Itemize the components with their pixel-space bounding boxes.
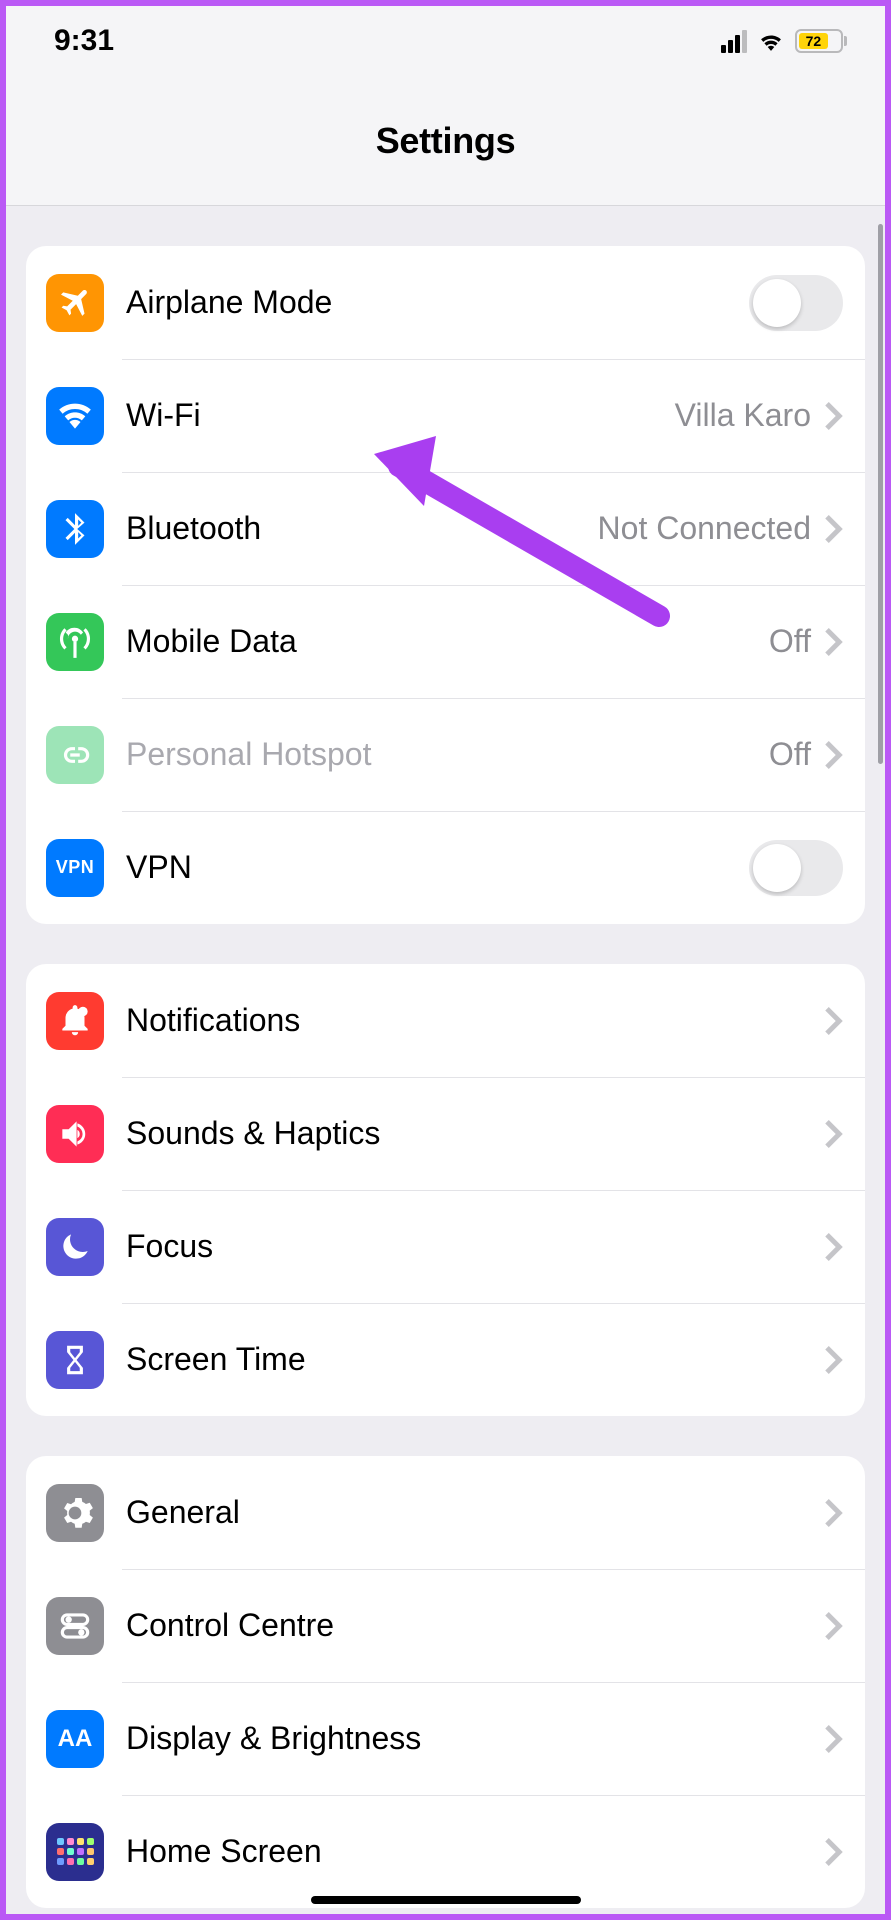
nav-header: Settings (6, 76, 885, 206)
bluetooth-icon (46, 500, 104, 558)
settings-group-notifications: Notifications Sounds & Haptics Focus (26, 964, 865, 1416)
wifi-status-icon (757, 30, 785, 52)
chevron-right-icon (825, 402, 843, 430)
cellular-signal-icon (721, 30, 747, 53)
chevron-right-icon (825, 1725, 843, 1753)
row-label: Personal Hotspot (126, 736, 371, 773)
status-bar: 9:31 72 (6, 6, 885, 76)
mobile-data-value: Off (769, 623, 811, 660)
row-general[interactable]: General (26, 1456, 865, 1569)
moon-icon (46, 1218, 104, 1276)
row-airplane-mode[interactable]: Airplane Mode (26, 246, 865, 359)
row-wifi[interactable]: Wi-Fi Villa Karo (26, 359, 865, 472)
chevron-right-icon (825, 1499, 843, 1527)
airplane-icon (46, 274, 104, 332)
row-label: Focus (126, 1228, 213, 1265)
chevron-right-icon (825, 1233, 843, 1261)
chevron-right-icon (825, 741, 843, 769)
row-mobile-data[interactable]: Mobile Data Off (26, 585, 865, 698)
row-control-centre[interactable]: Control Centre (26, 1569, 865, 1682)
row-vpn[interactable]: VPN VPN (26, 811, 865, 924)
row-personal-hotspot[interactable]: Personal Hotspot Off (26, 698, 865, 811)
chevron-right-icon (825, 515, 843, 543)
row-label: Wi-Fi (126, 397, 201, 434)
settings-group-connectivity: Airplane Mode Wi-Fi Villa Karo Bluetooth (26, 246, 865, 924)
row-label: Sounds & Haptics (126, 1115, 380, 1152)
switches-icon (46, 1597, 104, 1655)
row-label: Home Screen (126, 1833, 322, 1870)
page-title: Settings (376, 120, 516, 162)
row-display-brightness[interactable]: AA Display & Brightness (26, 1682, 865, 1795)
row-label: Screen Time (126, 1341, 306, 1378)
speaker-icon (46, 1105, 104, 1163)
battery-percent: 72 (799, 33, 828, 49)
hourglass-icon (46, 1331, 104, 1389)
bell-icon (46, 992, 104, 1050)
row-label: VPN (126, 849, 192, 886)
row-label: Airplane Mode (126, 284, 332, 321)
row-bluetooth[interactable]: Bluetooth Not Connected (26, 472, 865, 585)
status-time: 9:31 (54, 24, 114, 58)
chevron-right-icon (825, 1346, 843, 1374)
status-right: 72 (721, 29, 847, 53)
wifi-icon (46, 387, 104, 445)
row-label: Display & Brightness (126, 1720, 421, 1757)
chevron-right-icon (825, 1612, 843, 1640)
screen: 9:31 72 Settings Airplane Mode (6, 6, 885, 1914)
row-notifications[interactable]: Notifications (26, 964, 865, 1077)
row-label: General (126, 1494, 240, 1531)
aa-icon: AA (46, 1710, 104, 1768)
grid-icon (46, 1823, 104, 1881)
row-label: Control Centre (126, 1607, 334, 1644)
bluetooth-value: Not Connected (598, 510, 811, 547)
row-home-screen[interactable]: Home Screen (26, 1795, 865, 1908)
row-label: Bluetooth (126, 510, 261, 547)
home-indicator[interactable] (311, 1896, 581, 1904)
chevron-right-icon (825, 1120, 843, 1148)
antenna-icon (46, 613, 104, 671)
battery-indicator: 72 (795, 29, 847, 53)
row-sounds[interactable]: Sounds & Haptics (26, 1077, 865, 1190)
airplane-toggle[interactable] (749, 275, 843, 331)
row-screen-time[interactable]: Screen Time (26, 1303, 865, 1416)
chevron-right-icon (825, 628, 843, 656)
chevron-right-icon (825, 1838, 843, 1866)
settings-group-general: General Control Centre AA Display & Brig… (26, 1456, 865, 1908)
vpn-toggle[interactable] (749, 840, 843, 896)
chevron-right-icon (825, 1007, 843, 1035)
row-label: Mobile Data (126, 623, 297, 660)
link-icon (46, 726, 104, 784)
row-label: Notifications (126, 1002, 300, 1039)
settings-content[interactable]: Airplane Mode Wi-Fi Villa Karo Bluetooth (6, 206, 885, 1914)
row-focus[interactable]: Focus (26, 1190, 865, 1303)
hotspot-value: Off (769, 736, 811, 773)
wifi-value: Villa Karo (675, 397, 811, 434)
scrollbar[interactable] (878, 224, 883, 764)
gear-icon (46, 1484, 104, 1542)
vpn-icon: VPN (46, 839, 104, 897)
